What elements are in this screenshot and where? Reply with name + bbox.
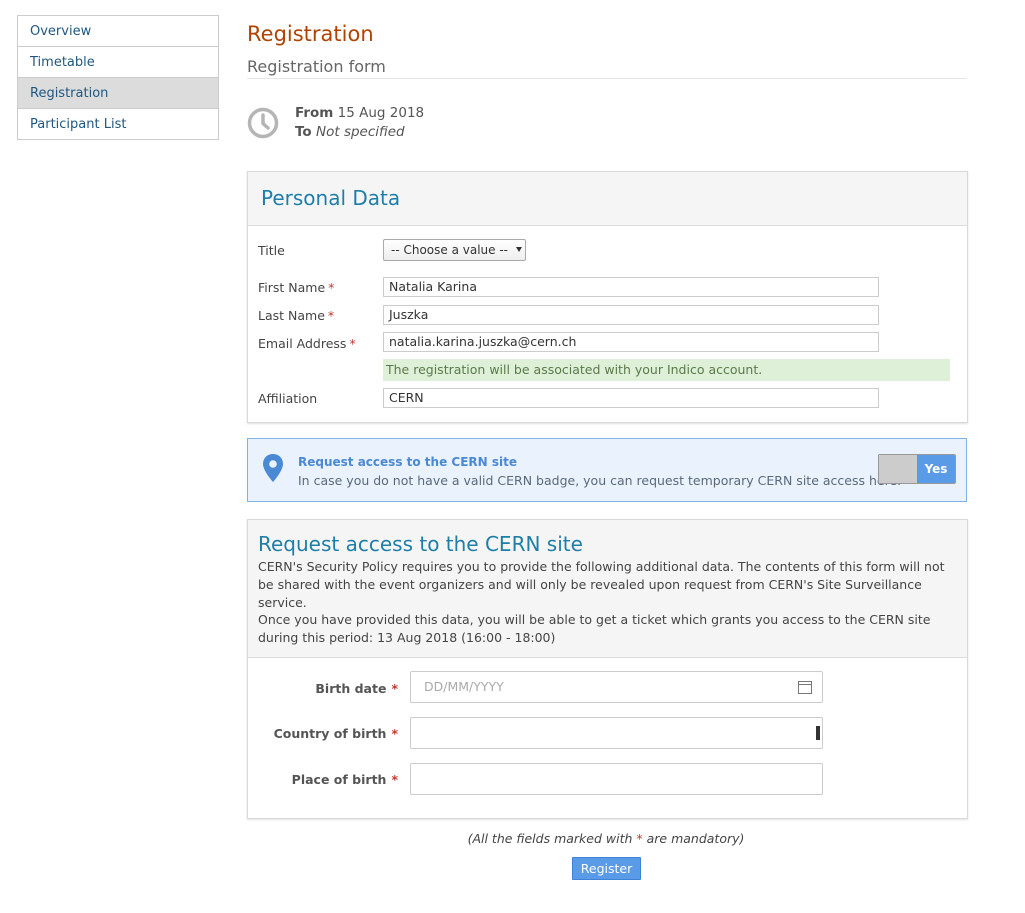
title-label: Title: [258, 243, 285, 258]
place-label-text: Place of birth: [291, 772, 387, 787]
cern-security-text: CERN's Security Policy requires you to p…: [258, 559, 945, 610]
personal-data-title: Personal Data: [261, 186, 401, 210]
cern-access-panel: Request access to the CERN site CERN's S…: [247, 519, 968, 819]
required-mark: *: [327, 308, 335, 323]
clock-icon: [247, 107, 279, 139]
personal-data-header: Personal Data: [248, 172, 967, 226]
banner-title: Request access to the CERN site: [298, 455, 517, 469]
required-mark: *: [349, 336, 356, 351]
sidebar-item-timetable[interactable]: Timetable: [18, 47, 218, 78]
email-info-message: The registration will be associated with…: [383, 359, 950, 381]
affiliation-label: Affiliation: [258, 391, 318, 406]
affiliation-input[interactable]: CERN: [383, 388, 879, 408]
cern-period-text: Once you have provided this data, you wi…: [258, 612, 931, 645]
first-name-label: First Name *: [258, 280, 334, 295]
event-dates: From 15 Aug 2018 To Not specified: [295, 104, 424, 142]
map-pin-icon: [263, 454, 283, 482]
cern-access-banner: Request access to the CERN site In case …: [247, 438, 967, 502]
email-label: Email Address *: [258, 336, 356, 351]
last-name-label: Last Name *: [258, 308, 334, 323]
first-name-input[interactable]: Natalia Karina: [383, 277, 879, 297]
required-mark: *: [328, 280, 335, 295]
page-title: Registration: [247, 22, 374, 46]
required-mark: *: [391, 726, 398, 741]
calendar-icon[interactable]: [798, 681, 812, 694]
last-name-input[interactable]: Juszka: [383, 305, 879, 325]
birth-date-label-text: Birth date: [315, 681, 387, 696]
mandatory-note: (All the fields marked with * are mandat…: [0, 831, 1025, 846]
required-mark: *: [391, 772, 398, 787]
banner-description: In case you do not have a valid CERN bad…: [298, 473, 902, 488]
to-label: To: [295, 124, 312, 140]
birth-date-placeholder: DD/MM/YYYY: [424, 679, 504, 694]
page-subtitle: Registration form: [247, 57, 386, 76]
toggle-off-side: [879, 455, 917, 483]
last-name-label-text: Last Name: [258, 308, 325, 323]
from-date: 15 Aug 2018: [337, 105, 425, 121]
country-of-birth-label: Country of birth *: [248, 726, 398, 741]
select-handle-icon: [816, 726, 820, 740]
mandatory-prefix: (All the fields marked with: [467, 831, 637, 846]
first-name-label-text: First Name: [258, 280, 326, 295]
toggle-yes-label: Yes: [917, 455, 955, 483]
personal-data-panel: Personal Data Title -- Choose a value --…: [247, 171, 968, 423]
birth-date-label: Birth date *: [248, 681, 398, 696]
chevron-down-icon: [516, 247, 522, 252]
header-divider: [247, 78, 967, 79]
sidebar-item-participant-list[interactable]: Participant List: [18, 109, 218, 140]
birth-date-input[interactable]: DD/MM/YYYY: [410, 671, 823, 703]
cern-access-title: Request access to the CERN site: [258, 532, 583, 556]
sidebar-menu: Overview Timetable Registration Particip…: [17, 15, 219, 140]
place-of-birth-label: Place of birth *: [248, 772, 398, 787]
sidebar-item-overview[interactable]: Overview: [18, 16, 218, 47]
title-select[interactable]: -- Choose a value --: [383, 239, 526, 261]
sidebar-item-registration[interactable]: Registration: [18, 78, 218, 109]
country-label-text: Country of birth: [273, 726, 387, 741]
email-input[interactable]: natalia.karina.juszka@cern.ch: [383, 332, 879, 352]
from-label: From: [295, 105, 334, 121]
title-select-value: -- Choose a value --: [391, 243, 509, 257]
cern-access-toggle[interactable]: Yes: [878, 454, 956, 484]
email-label-text: Email Address: [258, 336, 347, 351]
place-of-birth-input[interactable]: [410, 763, 823, 795]
register-button[interactable]: Register: [572, 857, 641, 880]
mandatory-suffix: are mandatory): [642, 831, 745, 846]
to-date: Not specified: [316, 124, 405, 140]
cern-access-header: Request access to the CERN site CERN's S…: [248, 520, 967, 658]
required-mark: *: [391, 681, 398, 696]
country-of-birth-select[interactable]: [410, 717, 823, 749]
